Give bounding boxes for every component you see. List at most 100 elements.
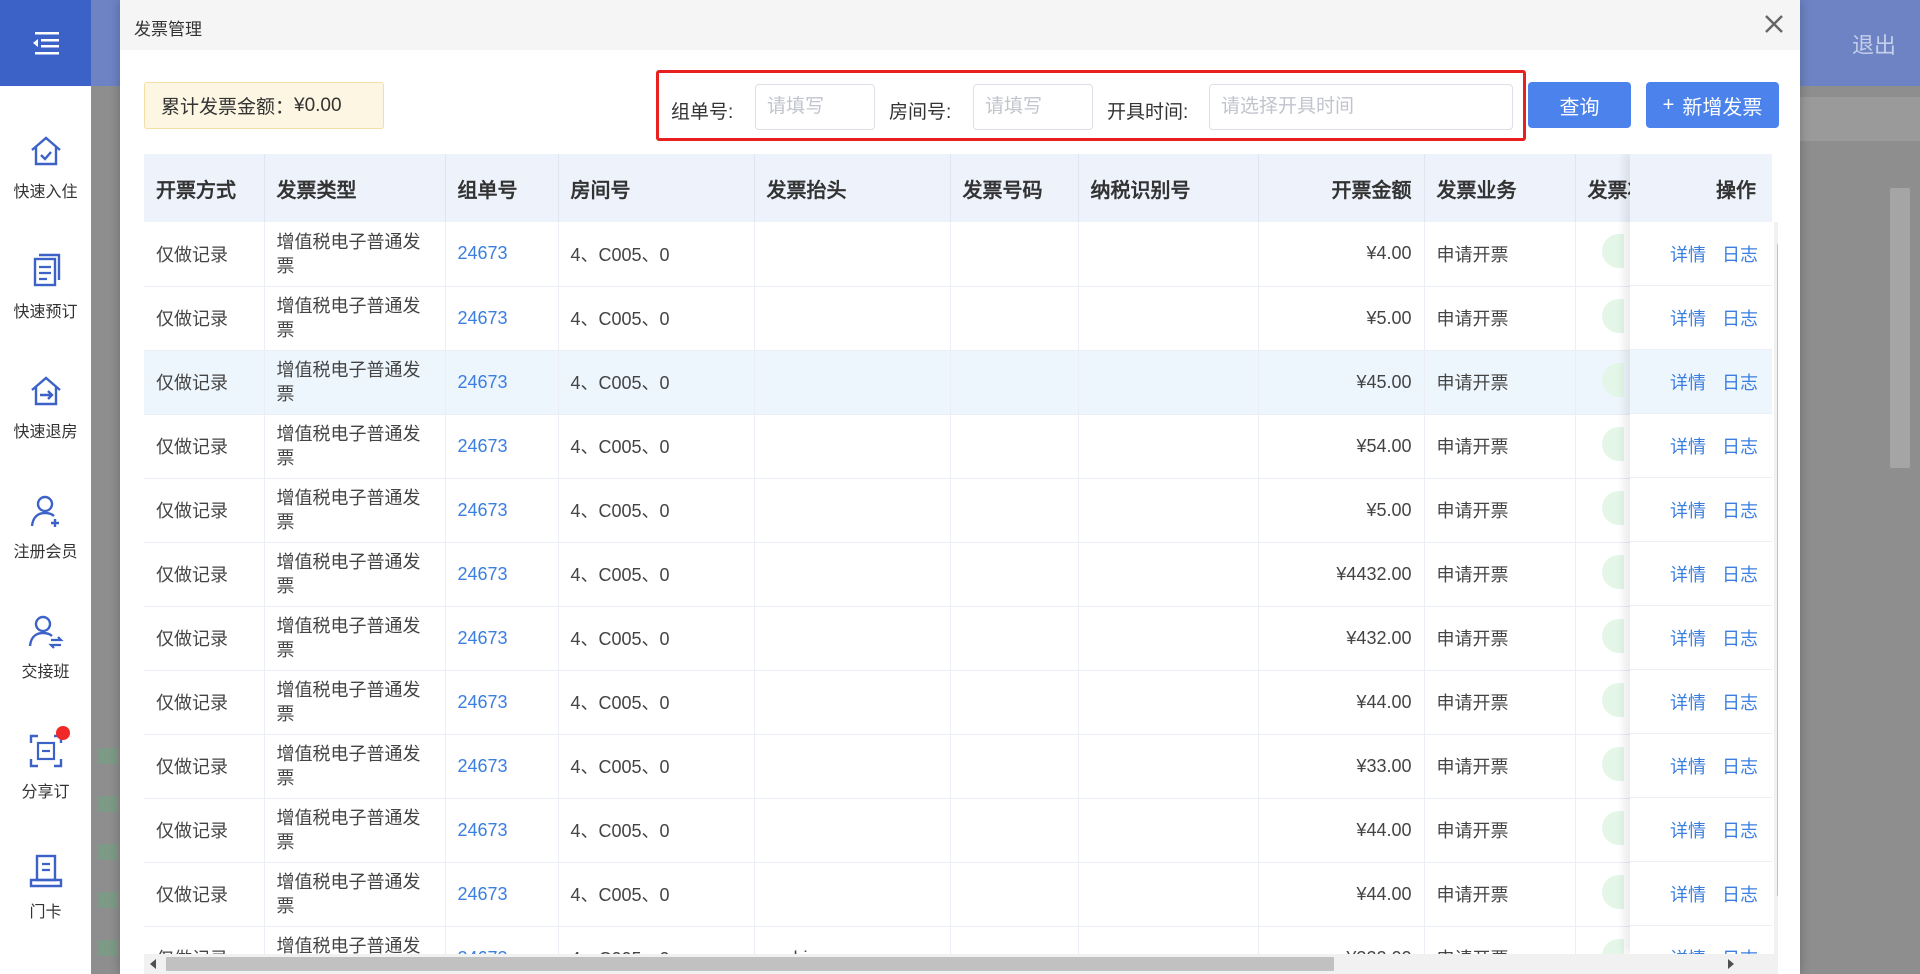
log-link[interactable]: 日志: [1722, 945, 1758, 955]
left-nav: 快速入住 快速预订 快速退房 注册会员 交接班 分享订 门卡: [0, 86, 91, 974]
nav-share-order[interactable]: 分享订: [0, 716, 91, 816]
table-row[interactable]: 仅做记录 增值税电子普通发票 24673 4、C005、0 ¥33.00 申请开票: [144, 734, 1759, 799]
detail-link[interactable]: 详情: [1670, 433, 1706, 459]
detail-link[interactable]: 详情: [1670, 689, 1706, 715]
detail-link[interactable]: 详情: [1670, 241, 1706, 267]
cell-group-number[interactable]: 24673: [445, 286, 559, 351]
table-row[interactable]: 仅做记录 增值税电子普通发票 24673 4、C005、0 ¥44.00 申请开票: [144, 862, 1759, 927]
cell-group-number[interactable]: 24673: [445, 926, 559, 954]
cell-method: 仅做记录: [144, 798, 265, 863]
horizontal-scroll-thumb[interactable]: [166, 957, 1334, 971]
cell-business: 申请开票: [1424, 414, 1576, 479]
nav-quick-booking[interactable]: 快速预订: [0, 236, 91, 336]
col-header-title: 发票抬头: [754, 154, 951, 222]
issue-time-label: 开具时间:: [1107, 102, 1189, 123]
log-link[interactable]: 日志: [1722, 881, 1758, 907]
cell-room: 4、C005、0: [558, 542, 755, 607]
invoice-management-dialog: 发票管理 累计发票金额： ¥0.00 组单号: 房间号: 开具时间: 查询 + …: [120, 0, 1800, 974]
background-tag: [98, 892, 118, 908]
cell-group-number[interactable]: 24673: [445, 734, 559, 799]
table-row[interactable]: 仅做记录增值税电子普通发票246734、C005、0sschi ¥322.00申请…: [144, 926, 1759, 954]
vertical-scrollbar[interactable]: [1774, 222, 1778, 954]
log-link[interactable]: 日志: [1722, 561, 1758, 587]
cell-invoice-title: [754, 414, 951, 479]
detail-link[interactable]: 详情: [1670, 561, 1706, 587]
cell-group-number[interactable]: 24673: [445, 542, 559, 607]
operations-cell: 详情日志: [1630, 542, 1772, 606]
nav-room-card[interactable]: 门卡: [0, 836, 91, 936]
table-row[interactable]: 仅做记录 增值税电子普通发票 24673 4、C005、0 ¥4.00 申请开票: [144, 222, 1759, 287]
cell-amount: ¥33.00: [1258, 734, 1425, 799]
log-link[interactable]: 日志: [1722, 369, 1758, 395]
add-invoice-button[interactable]: + 新增发票: [1646, 82, 1779, 128]
detail-link[interactable]: 详情: [1670, 817, 1706, 843]
close-icon: [1765, 15, 1783, 33]
home-exit-icon: [30, 376, 61, 406]
detail-link[interactable]: 详情: [1670, 497, 1706, 523]
detail-link[interactable]: 详情: [1670, 753, 1706, 779]
col-header-room: 房间号: [558, 154, 755, 222]
detail-link[interactable]: 详情: [1670, 305, 1706, 331]
invoice-total-value: ¥0.00: [294, 94, 342, 116]
cell-group-number[interactable]: 24673: [445, 670, 559, 735]
group-number-input[interactable]: [755, 84, 875, 130]
table-row[interactable]: 仅做记录 增值税电子普通发票 24673 4、C005、0 ¥54.00 申请开票: [144, 414, 1759, 479]
nav-quick-checkout[interactable]: 快速退房: [0, 356, 91, 456]
dialog-close-button[interactable]: [1760, 10, 1788, 38]
log-link[interactable]: 日志: [1722, 305, 1758, 331]
log-link[interactable]: 日志: [1722, 817, 1758, 843]
table-row[interactable]: 仅做记录 增值税电子普通发票 24673 4、C005、0 ¥44.00 申请开票: [144, 798, 1759, 863]
cell-group-number[interactable]: 24673: [445, 350, 559, 415]
room-number-input[interactable]: [973, 84, 1093, 130]
cell-method: 仅做记录: [144, 670, 265, 735]
background-tag: [98, 940, 118, 956]
table-row[interactable]: 仅做记录 增值税电子普通发票 24673 4、C005、0 ¥5.00 申请开票: [144, 286, 1759, 351]
nav-register-member[interactable]: 注册会员: [0, 476, 91, 576]
cell-group-number[interactable]: 24673: [445, 862, 559, 927]
detail-link[interactable]: 详情: [1670, 625, 1706, 651]
cell-group-number[interactable]: 24673: [445, 478, 559, 543]
issue-time-picker[interactable]: [1209, 84, 1513, 130]
detail-link[interactable]: 详情: [1670, 881, 1706, 907]
nav-shift-handover[interactable]: 交接班: [0, 596, 91, 696]
table-row[interactable]: 仅做记录 增值税电子普通发票 24673 4、C005、0 ¥45.00 申请开票: [144, 350, 1759, 415]
cell-business: 申请开票: [1424, 606, 1576, 671]
detail-link[interactable]: 详情: [1670, 945, 1706, 955]
log-link[interactable]: 日志: [1722, 753, 1758, 779]
table-row[interactable]: 仅做记录 增值税电子普通发票 24673 4、C005、0 ¥5.00 申请开票: [144, 478, 1759, 543]
table-row[interactable]: 仅做记录 增值税电子普通发票 24673 4、C005、0 ¥432.00 申请开票: [144, 606, 1759, 671]
document-list-icon: [33, 253, 60, 287]
cell-group-number[interactable]: 24673: [445, 414, 559, 479]
card-icon: [29, 854, 62, 888]
cell-type: 增值税电子普通发票: [264, 222, 446, 287]
vertical-scroll-thumb[interactable]: [1777, 244, 1778, 896]
cell-group-number[interactable]: 24673: [445, 798, 559, 863]
table-row[interactable]: 仅做记录 增值税电子普通发票 24673 4、C005、0 ¥4432.00 申请开票: [144, 542, 1759, 607]
background-scrollbar: [1890, 188, 1910, 468]
status-badge: [1601, 298, 1624, 333]
query-button[interactable]: 查询: [1528, 82, 1631, 128]
cell-business: 申请开票: [1424, 862, 1576, 927]
detail-link[interactable]: 详情: [1670, 369, 1706, 395]
log-link[interactable]: 日志: [1722, 625, 1758, 651]
menu-toggle-button[interactable]: [0, 0, 91, 86]
invoice-table: 开票方式 发票类型 组单号 房间号 发票抬头 发票号码 纳税识别号 开票金额 发…: [144, 154, 1778, 954]
cell-group-number[interactable]: 24673: [445, 606, 559, 671]
cell-room: 4、C005、0: [558, 670, 755, 735]
log-link[interactable]: 日志: [1722, 497, 1758, 523]
cell-method: 仅做记录: [144, 862, 265, 927]
nav-quick-checkin[interactable]: 快速入住: [0, 116, 91, 216]
scroll-right-icon[interactable]: [1728, 959, 1734, 969]
cell-group-number[interactable]: 24673: [445, 222, 559, 287]
scroll-left-icon[interactable]: [150, 959, 156, 969]
cell-invoice-number: [950, 542, 1079, 607]
horizontal-scrollbar[interactable]: [144, 954, 1778, 974]
cell-type: 增值税电子普通发票: [264, 478, 446, 543]
table-row[interactable]: 仅做记录 增值税电子普通发票 24673 4、C005、0 ¥44.00 申请开票: [144, 670, 1759, 735]
cell-invoice-title: [754, 222, 951, 287]
logout-button[interactable]: 退出: [1852, 28, 1896, 60]
log-link[interactable]: 日志: [1722, 689, 1758, 715]
user-add-icon: [30, 495, 59, 527]
log-link[interactable]: 日志: [1722, 241, 1758, 267]
log-link[interactable]: 日志: [1722, 433, 1758, 459]
